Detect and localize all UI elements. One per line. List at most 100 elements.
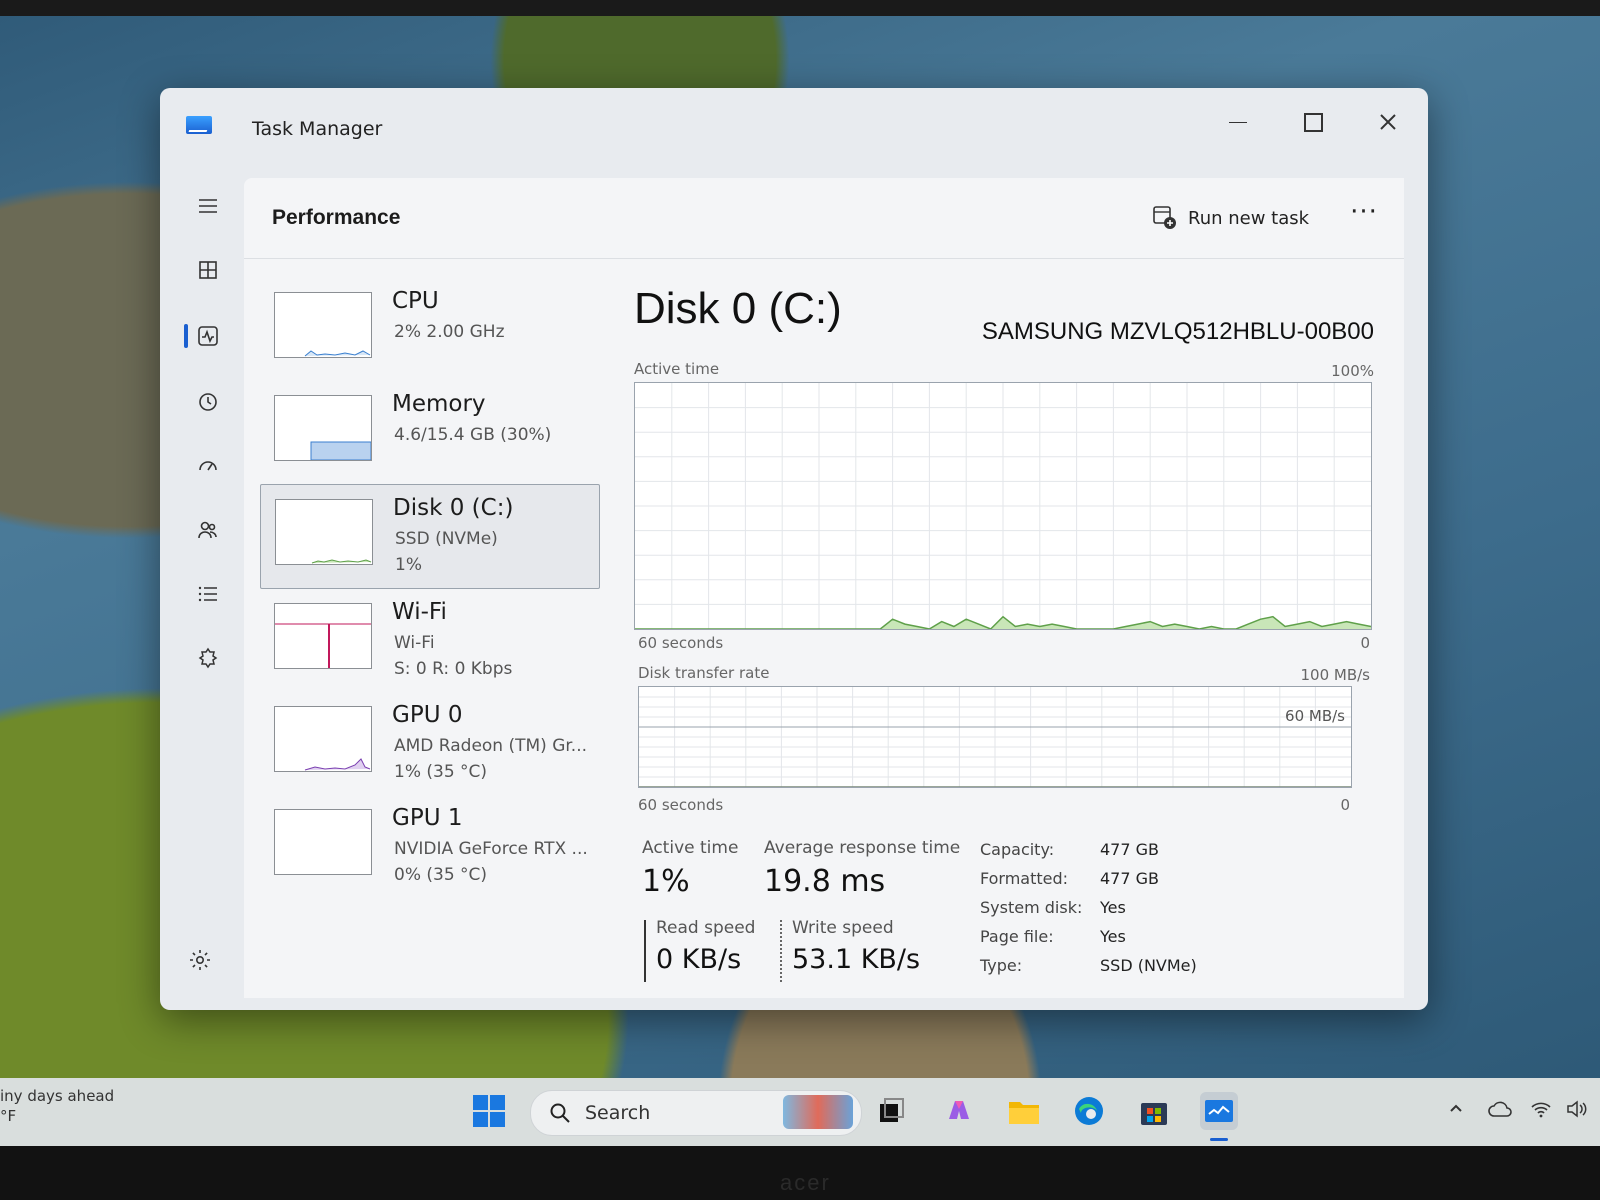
nav-processes[interactable]	[188, 252, 228, 288]
transfer-chart-mid: 60 MB/s	[1285, 707, 1345, 725]
task-view-icon	[880, 1098, 904, 1122]
device-item-gpu-0[interactable]: GPU 0 AMD Radeon (TM) Gr... 1% (35 °C)	[260, 692, 600, 795]
transfer-rate-plot	[639, 687, 1351, 787]
close-button[interactable]	[1360, 104, 1416, 140]
gear-icon	[190, 950, 210, 970]
active-time-x-left: 60 seconds	[638, 634, 724, 652]
device-detail: 4.6/15.4 GB (30%)	[394, 425, 552, 445]
disk-thumbnail-graph	[275, 499, 373, 565]
title-bar: Task Manager	[160, 88, 1428, 168]
hamburger-menu-button[interactable]	[188, 188, 228, 224]
gpu1-thumbnail-graph	[274, 809, 372, 875]
task-manager-taskbar-button[interactable]	[1200, 1092, 1238, 1130]
wifi-status-button[interactable]	[1530, 1100, 1552, 1123]
device-usage: 1% (35 °C)	[394, 762, 488, 782]
more-options-button[interactable]: ···	[1344, 199, 1384, 234]
task-manager-app-icon	[186, 116, 212, 134]
nav-startup-apps[interactable]	[188, 448, 228, 484]
task-view-button[interactable]	[872, 1092, 910, 1130]
device-name: GPU 0	[392, 702, 463, 728]
settings-button[interactable]	[188, 948, 212, 972]
search-icon	[550, 1103, 570, 1123]
formatted-key: Formatted:	[980, 869, 1069, 888]
device-item-memory[interactable]: Memory 4.6/15.4 GB (30%)	[260, 381, 600, 484]
edge-browser-button[interactable]	[1070, 1092, 1108, 1130]
device-item-cpu[interactable]: CPU 2% 2.00 GHz	[260, 278, 600, 381]
transfer-chart-max: 100 MB/s	[1300, 666, 1371, 684]
device-detail: 2% 2.00 GHz	[394, 322, 505, 342]
wifi-icon	[1531, 1102, 1551, 1118]
system-disk-value: Yes	[1100, 898, 1126, 917]
file-explorer-button[interactable]	[1005, 1092, 1043, 1130]
task-manager-icon	[1205, 1100, 1233, 1122]
disk-detail-pane: Disk 0 (C:) SAMSUNG MZVLQ512HBLU-00B00 A…	[634, 278, 1374, 988]
write-speed-value: 53.1 KB/s	[792, 944, 921, 975]
minimize-icon	[1229, 121, 1247, 123]
maximize-button[interactable]	[1285, 104, 1341, 140]
speaker-icon	[1567, 1100, 1587, 1118]
device-item-gpu-1[interactable]: GPU 1 NVIDIA GeForce RTX ... 0% (35 °C)	[260, 795, 600, 898]
device-name: GPU 1	[392, 805, 463, 831]
page-file-value: Yes	[1100, 927, 1126, 946]
nav-services[interactable]	[188, 640, 228, 676]
details-list-icon	[198, 586, 217, 602]
device-name: Wi-Fi	[392, 599, 447, 625]
active-time-chart	[634, 382, 1372, 630]
run-new-task-button[interactable]: Run new task	[1144, 200, 1317, 236]
start-button[interactable]	[470, 1092, 508, 1130]
read-speed-value: 0 KB/s	[656, 944, 742, 975]
read-speed-divider	[644, 920, 646, 982]
active-time-chart-max: 100%	[1331, 362, 1374, 380]
hamburger-icon	[199, 199, 217, 213]
nav-performance[interactable]	[184, 318, 228, 354]
taskbar-search-box[interactable]: Search	[530, 1090, 862, 1136]
volume-button[interactable]	[1566, 1100, 1590, 1123]
search-highlight-image	[783, 1095, 853, 1129]
weather-forecast-text: iny days ahead	[0, 1087, 115, 1105]
disk-stats: Active time 1% Average response time 19.…	[634, 838, 1374, 988]
users-icon	[198, 521, 217, 539]
laptop-brand-logo: acer	[780, 1170, 831, 1195]
device-name: Disk 0 (C:)	[393, 495, 514, 521]
nav-app-history[interactable]	[188, 384, 228, 420]
store-icon	[1141, 1103, 1167, 1125]
nav-active-indicator	[184, 324, 188, 348]
device-list: CPU 2% 2.00 GHz Memory 4.6/15.4 GB (30%)…	[260, 278, 600, 898]
wifi-thumbnail-graph	[274, 603, 372, 669]
page-title: Performance	[272, 206, 401, 229]
disk-sparkline	[311, 559, 372, 564]
windows-logo-icon	[473, 1095, 505, 1127]
processes-grid-icon	[199, 261, 217, 279]
performance-panel: Performance Run new task ··· CPU 2% 2.00…	[244, 178, 1404, 998]
active-time-stat-label: Active time	[642, 838, 739, 858]
device-name: Memory	[392, 391, 486, 417]
microsoft-store-button[interactable]	[1135, 1092, 1173, 1130]
copilot-button[interactable]	[940, 1092, 978, 1130]
show-hidden-icons-button[interactable]	[1448, 1100, 1464, 1121]
disk-title: Disk 0 (C:)	[634, 284, 842, 333]
device-detail: SSD (NVMe)	[395, 529, 498, 549]
folder-icon	[1009, 1102, 1039, 1124]
system-disk-key: System disk:	[980, 898, 1083, 917]
transfer-rate-chart: 60 MB/s	[638, 686, 1352, 788]
onedrive-button[interactable]	[1488, 1100, 1512, 1123]
device-detail: NVIDIA GeForce RTX ...	[394, 839, 588, 859]
active-time-stat-value: 1%	[642, 864, 690, 899]
history-clock-icon	[199, 393, 217, 411]
task-manager-running-indicator	[1210, 1138, 1228, 1141]
active-time-plot	[635, 383, 1371, 629]
transfer-x-right: 0	[1340, 796, 1350, 814]
panel-header: Performance Run new task ···	[244, 178, 1404, 259]
nav-details[interactable]	[188, 576, 228, 612]
cpu-thumbnail-graph	[274, 292, 372, 358]
wifi-sparkline	[275, 623, 371, 668]
device-item-wifi[interactable]: Wi-Fi Wi-Fi S: 0 R: 0 Kbps	[260, 589, 600, 692]
weather-widget[interactable]: iny days ahead °F	[0, 1086, 114, 1126]
device-usage: 1%	[395, 555, 422, 575]
device-item-disk-0[interactable]: Disk 0 (C:) SSD (NVMe) 1%	[260, 484, 600, 589]
taskbar: iny days ahead °F Search	[0, 1078, 1600, 1146]
minimize-button[interactable]	[1210, 104, 1266, 140]
run-new-task-label: Run new task	[1188, 207, 1310, 229]
nav-users[interactable]	[188, 512, 228, 548]
search-placeholder: Search	[585, 1102, 651, 1124]
